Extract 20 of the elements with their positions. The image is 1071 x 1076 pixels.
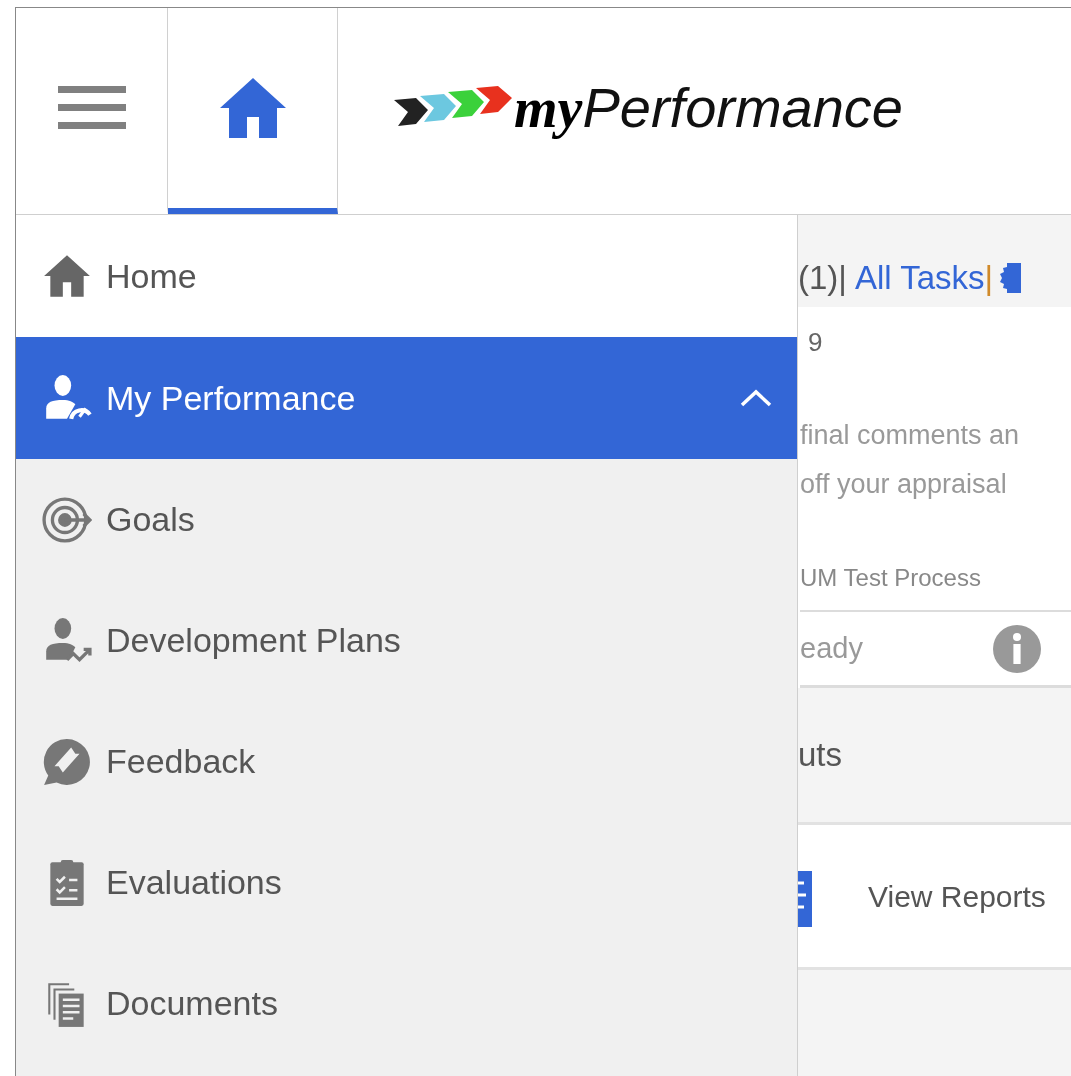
status-text: eady	[800, 630, 863, 666]
sidebar-subitem[interactable]: Goals	[16, 459, 797, 580]
section-title: uts	[798, 735, 843, 776]
speech-bubble-icon	[42, 736, 92, 787]
separator: |	[984, 258, 994, 299]
sidebar-subitem[interactable]: Evaluations	[16, 822, 797, 943]
sidebar-item[interactable]: My Performance	[16, 337, 797, 459]
task-date: 9	[808, 329, 824, 355]
report-icon	[798, 871, 812, 927]
sidebar-subitem[interactable]: Development Plans	[16, 580, 797, 701]
sidebar-subitem[interactable]: Feedback	[16, 701, 797, 822]
all-tasks-link[interactable]: All Tasks	[854, 253, 985, 303]
process-name: UM Test Process	[800, 566, 982, 590]
sidebar-item[interactable]: Home	[16, 215, 797, 337]
info-icon[interactable]	[992, 624, 1041, 673]
menu-icon	[57, 84, 126, 132]
task-message: final comments an off your appraisal	[800, 419, 1021, 501]
sidebar-subitem[interactable]: Documents	[16, 943, 797, 1064]
task-count: (1)|	[798, 258, 847, 299]
shortcut-card[interactable]: View Reports	[798, 822, 1071, 970]
